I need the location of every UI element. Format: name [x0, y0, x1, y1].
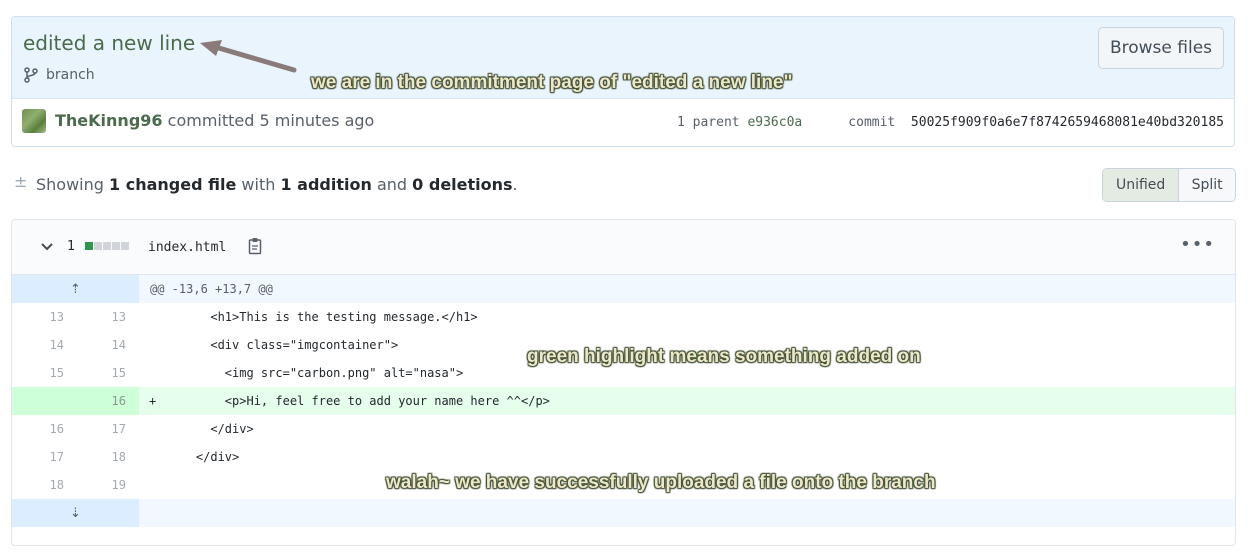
- commit-meta: TheKinng96 committed 5 minutes ago 1 par…: [12, 99, 1234, 146]
- old-line-number[interactable]: 18: [12, 471, 64, 499]
- committed-time: committed 5 minutes ago: [167, 111, 375, 130]
- diff-row-added: 16 + <p>Hi, feel free to add your name he…: [12, 387, 1235, 415]
- commit-title: edited a new line: [23, 31, 196, 55]
- code-line: </div>: [167, 450, 240, 464]
- summary-showing: Showing: [36, 175, 104, 194]
- diff-row: 13 13 <h1>This is the testing message.</h…: [12, 303, 1235, 331]
- code-line: </div>: [167, 422, 254, 436]
- unified-view-button[interactable]: Unified: [1103, 169, 1180, 201]
- diff-sign: +: [149, 394, 157, 408]
- parent-sha-link[interactable]: e936c0a: [747, 115, 802, 130]
- more-options-icon[interactable]: •••: [1180, 234, 1215, 255]
- chevron-down-icon[interactable]: [40, 240, 54, 254]
- code-line: <img src="carbon.png" alt="nasa">: [167, 366, 464, 380]
- code-line: <h1>This is the testing message.</h1>: [167, 310, 478, 324]
- commit-sha-info: commit 50025f909f0a6e7f8742659468081e40b…: [848, 115, 1224, 130]
- branch-label[interactable]: branch: [24, 67, 95, 83]
- code-line: <div class="imgcontainer">: [167, 338, 399, 352]
- old-line-number[interactable]: 15: [12, 359, 64, 387]
- parent-label: 1 parent: [677, 115, 740, 130]
- new-line-number[interactable]: 13: [74, 303, 126, 331]
- old-line-number[interactable]: 13: [12, 303, 64, 331]
- diff-view-toggle: Unified Split: [1102, 168, 1236, 202]
- hunk-footer-row: ⇣: [12, 499, 1235, 527]
- commit-author-line: TheKinng96 committed 5 minutes ago: [55, 111, 374, 130]
- new-line-number[interactable]: 16: [74, 387, 126, 415]
- new-line-number[interactable]: 18: [74, 443, 126, 471]
- old-line-number[interactable]: 16: [12, 415, 64, 443]
- hunk-header-row: ⇡ @@ -13,6 +13,7 @@: [12, 275, 1235, 303]
- author-link[interactable]: TheKinng96: [55, 111, 163, 130]
- file-diff: 1 index.html ••• ⇡ @@ -13,6 +13,7 @@ 13 1…: [11, 219, 1236, 546]
- new-line-number[interactable]: 14: [74, 331, 126, 359]
- diff-summary: Showing 1 changed file with 1 addition a…: [36, 175, 518, 194]
- diffstat-block-neutral: [121, 242, 129, 250]
- new-line-number[interactable]: 17: [74, 415, 126, 443]
- file-name[interactable]: index.html: [148, 240, 226, 255]
- annotation-success: walah~ we have successfully uploaded a f…: [386, 472, 936, 493]
- diff-row: 17 18 </div>: [12, 443, 1235, 471]
- diff-row: 16 17 </div>: [12, 415, 1235, 443]
- commit-sha: 50025f909f0a6e7f8742659468081e40bd320185: [910, 115, 1224, 130]
- annotation-commit-page: we are in the commitment page of "edited…: [311, 72, 793, 93]
- expand-down-icon[interactable]: ⇣: [12, 499, 139, 527]
- diffstat-block-added: [85, 242, 93, 250]
- commit-label: commit: [848, 115, 896, 130]
- code-line: <p>Hi, feel free to add your name here ^…: [167, 394, 550, 408]
- parent-info: 1 parent e936c0a: [677, 115, 802, 130]
- summary-deletions: 0 deletions: [412, 175, 513, 194]
- branch-name: branch: [46, 67, 95, 83]
- avatar[interactable]: [22, 109, 46, 133]
- hunk-header: @@ -13,6 +13,7 @@: [150, 282, 273, 296]
- summary-with: with: [241, 175, 276, 194]
- file-header: 1 index.html •••: [12, 220, 1235, 275]
- summary-and: and: [376, 175, 408, 194]
- browse-files-button[interactable]: Browse files: [1098, 27, 1224, 69]
- split-view-button[interactable]: Split: [1179, 169, 1235, 201]
- clipboard-icon[interactable]: [248, 237, 262, 255]
- diffstat-count: 1: [67, 239, 75, 254]
- summary-additions: 1 addition: [280, 175, 372, 194]
- annotation-green-highlight: green highlight means something added on: [527, 346, 921, 367]
- diffstat-block-neutral: [103, 242, 111, 250]
- diffstat-block-neutral: [94, 242, 102, 250]
- diffstat-blocks: [85, 242, 129, 250]
- new-line-number[interactable]: 15: [74, 359, 126, 387]
- diffstat-block-neutral: [112, 242, 120, 250]
- annotation-arrow: [200, 40, 297, 73]
- old-line-number[interactable]: 14: [12, 331, 64, 359]
- new-line-number[interactable]: 19: [74, 471, 126, 499]
- old-line-number[interactable]: [12, 387, 64, 415]
- diff-plusminus-icon: ±: [14, 172, 28, 191]
- git-branch-icon: [24, 67, 38, 83]
- expand-up-icon[interactable]: ⇡: [12, 275, 139, 303]
- summary-period: .: [512, 175, 518, 194]
- old-line-number[interactable]: 17: [12, 443, 64, 471]
- summary-changed: 1 changed file: [109, 175, 237, 194]
